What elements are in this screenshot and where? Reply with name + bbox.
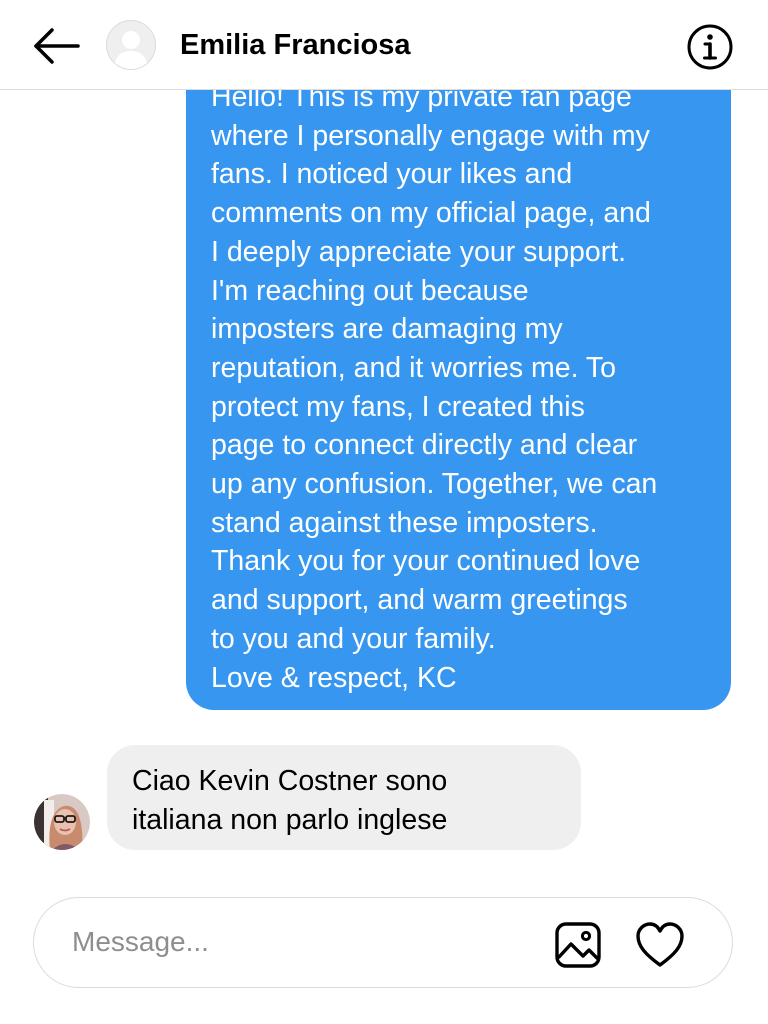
like-button[interactable]	[634, 920, 686, 970]
message-line: Thank you for your continued love	[211, 545, 641, 578]
arrow-left-icon	[34, 28, 80, 64]
contact-avatar[interactable]	[106, 20, 156, 70]
message-line: to you and your family.	[211, 622, 496, 655]
message-line: reputation, and it worries me. To	[211, 351, 617, 384]
info-button[interactable]	[686, 23, 734, 71]
incoming-message-text: Ciao Kevin Costner sono italiana non par…	[132, 762, 572, 839]
heart-icon	[636, 922, 684, 967]
message-line: fans. I noticed your likes and	[211, 158, 573, 191]
default-avatar-icon	[114, 31, 148, 69]
message-line: I deeply appreciate your support.	[211, 235, 627, 268]
outgoing-message-bubble[interactable]: Hello! This is my private fan page where…	[186, 40, 731, 710]
message-line: Ciao Kevin Costner sono	[132, 765, 448, 797]
direct-message-screen: Hello! This is my private fan page where…	[0, 0, 768, 1024]
message-thread[interactable]: Hello! This is my private fan page where…	[0, 0, 768, 1024]
attach-image-button[interactable]	[553, 920, 603, 970]
image-icon	[555, 922, 601, 968]
chat-header: Emilia Franciosa	[0, 0, 768, 90]
outgoing-message-text: Hello! This is my private fan page where…	[211, 78, 711, 697]
incoming-message-bubble[interactable]: Ciao Kevin Costner sono italiana non par…	[107, 745, 581, 850]
message-line: comments on my official page, and	[211, 197, 651, 230]
sender-avatar-photo	[34, 794, 90, 850]
message-line: protect my fans, I created this	[211, 390, 585, 423]
message-line: page to connect directly and clear	[211, 429, 638, 462]
message-line: and support, and warm greetings	[211, 584, 628, 617]
message-input[interactable]	[72, 922, 532, 962]
contact-name[interactable]: Emilia Franciosa	[180, 28, 411, 62]
message-line: up any confusion. Together, we can	[211, 468, 658, 501]
sender-avatar[interactable]	[34, 794, 90, 850]
message-line: stand against these imposters.	[211, 506, 598, 539]
message-line: I'm reaching out because	[211, 274, 529, 307]
message-composer	[33, 897, 733, 988]
info-circle-icon	[687, 24, 733, 70]
message-line: where I personally engage with my	[211, 119, 650, 152]
message-line: Love & respect, KC	[211, 661, 457, 694]
back-button[interactable]	[32, 24, 82, 68]
message-line: imposters are damaging my	[211, 313, 563, 346]
message-line: italiana non parlo inglese	[132, 803, 448, 836]
